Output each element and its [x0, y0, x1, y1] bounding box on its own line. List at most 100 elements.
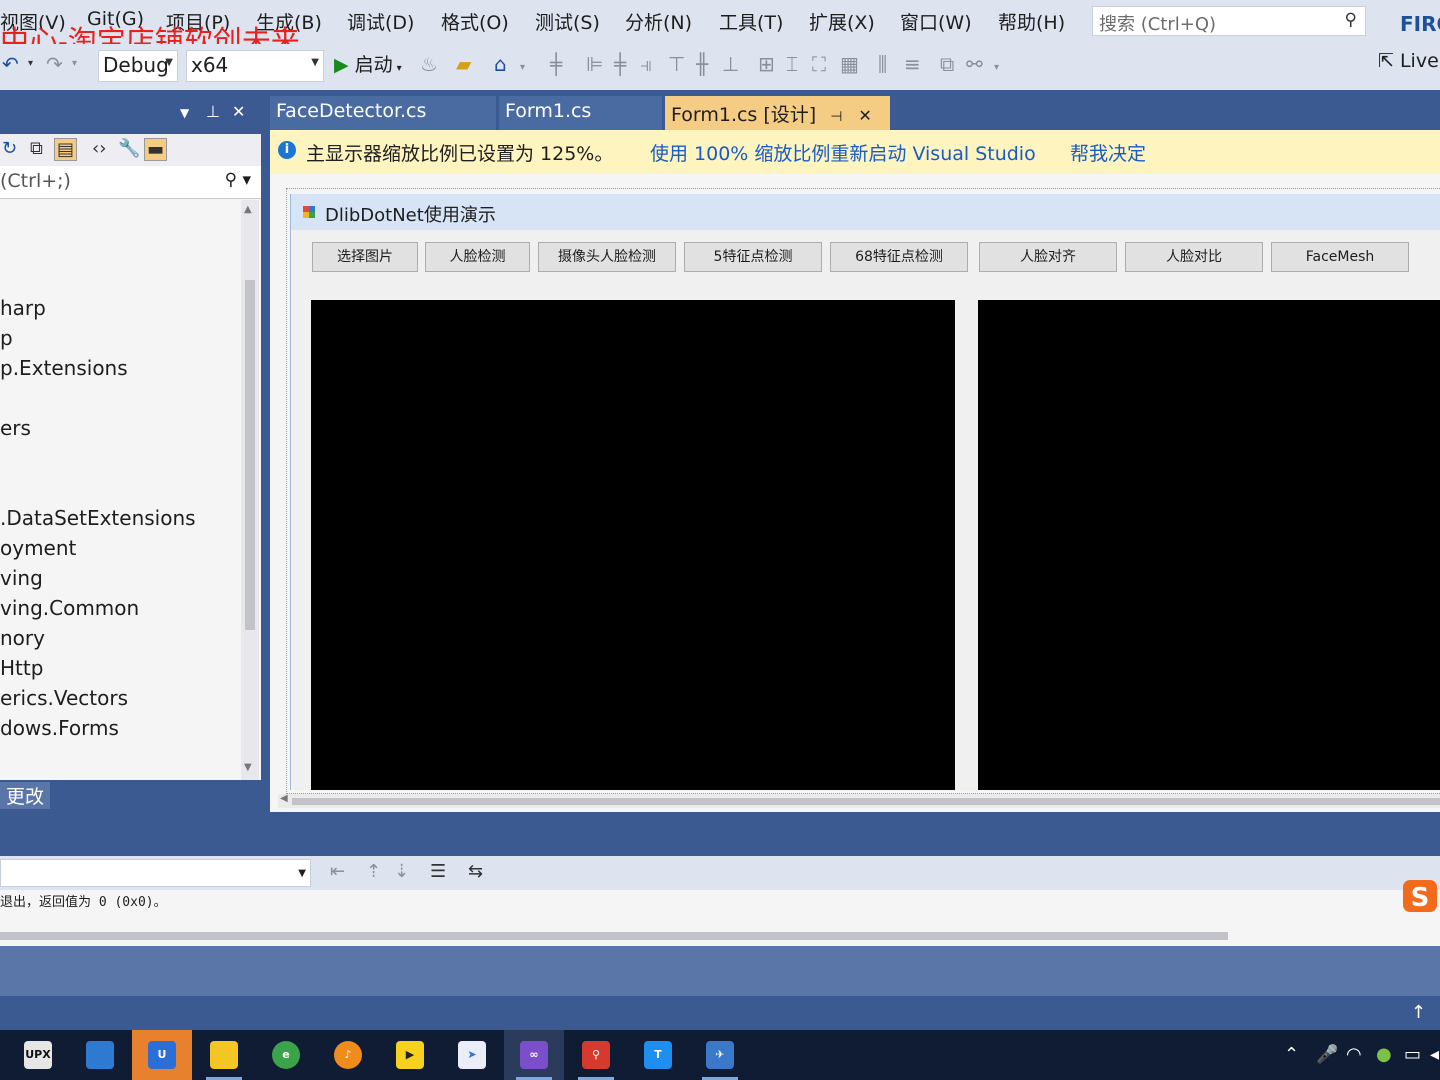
tree-item[interactable]: dows.Forms [0, 716, 119, 740]
next-message-icon[interactable]: ⇣ [394, 861, 409, 882]
taskbar-app-notes[interactable] [70, 1030, 130, 1080]
taskbar-app-browser[interactable]: e [256, 1030, 316, 1080]
tray-expand-icon[interactable]: ⌃ [1284, 1044, 1299, 1065]
menu-debug[interactable]: 调试(D) [347, 8, 414, 35]
horizontal-spacing-icon[interactable]: ⫼ [878, 52, 887, 76]
scroll-down-icon[interactable]: ▼ [244, 762, 252, 773]
close-icon[interactable]: ✕ [858, 106, 871, 125]
same-height-icon[interactable]: ⌶ [786, 52, 798, 76]
close-icon[interactable]: ✕ [232, 102, 245, 121]
search-input[interactable]: 搜索 (Ctrl+Q) ⚲ [1092, 6, 1366, 36]
tree-item[interactable]: nory [0, 626, 45, 650]
menu-window[interactable]: 窗口(W) [900, 8, 972, 35]
menu-extensions[interactable]: 扩展(X) [809, 8, 875, 35]
properties-icon[interactable]: 🔧 [118, 138, 140, 159]
git-changes-tab[interactable]: 更改 [0, 782, 51, 809]
face-detect-button[interactable]: 人脸检测 [425, 242, 530, 272]
undo-dropdown-icon[interactable]: ▾ [28, 58, 33, 69]
solution-explorer-scrollbar[interactable]: ▲ ▼ [241, 200, 259, 780]
tab-order-icon[interactable]: ⚯ [966, 52, 983, 76]
tree-item[interactable]: ers [0, 416, 31, 440]
select-image-button[interactable]: 选择图片 [312, 242, 418, 272]
taskbar-app-music[interactable]: ♪ [318, 1030, 378, 1080]
undo-icon[interactable]: ↶ [2, 52, 19, 76]
align-center-icon[interactable]: ╪ [614, 52, 626, 76]
taskbar-app-tencent-meeting[interactable]: T [628, 1030, 688, 1080]
menu-test[interactable]: 测试(S) [535, 8, 600, 35]
preview-icon[interactable]: ▬ [144, 138, 168, 161]
toolbar-overflow-icon[interactable]: ▾ [520, 62, 525, 73]
result-picture-box[interactable] [978, 300, 1440, 790]
redo-dropdown-icon[interactable]: ▾ [72, 58, 77, 69]
output-source-select[interactable]: ▼ [0, 859, 311, 887]
pin-icon[interactable]: ⊥ [206, 102, 220, 121]
show-all-files-icon[interactable]: ▤ [54, 138, 78, 161]
solution-search-input[interactable]: (Ctrl+;) ⚲ ▾ [0, 166, 261, 199]
align-left-icon[interactable]: ⊫ [586, 52, 603, 76]
panel-menu-icon[interactable]: ▼ [180, 106, 189, 120]
designer-horizontal-scrollbar[interactable]: ◀ [278, 793, 1440, 808]
tree-item[interactable]: oyment [0, 536, 76, 560]
face-compare-button[interactable]: 人脸对比 [1125, 242, 1263, 272]
tab-form1-designer[interactable]: Form1.cs [设计] ⊣ ✕ [665, 96, 890, 130]
security-icon[interactable]: ● [1376, 1044, 1392, 1065]
battery-icon[interactable]: ▭ [1404, 1044, 1421, 1065]
taskbar-app-player[interactable]: ▶ [380, 1030, 440, 1080]
same-width-icon[interactable]: ⊞ [758, 52, 775, 76]
tab-facedetector[interactable]: FaceDetector.cs [270, 96, 496, 130]
publish-arrow-icon[interactable]: ↑ [1411, 1002, 1426, 1023]
align-middle-icon[interactable]: ╫ [696, 52, 708, 76]
facemesh-button[interactable]: FaceMesh [1271, 242, 1409, 272]
tree-item[interactable]: ving.Common [0, 596, 139, 620]
menu-tools[interactable]: 工具(T) [719, 8, 783, 35]
align-grid-icon[interactable]: ╪ [550, 52, 562, 76]
view-code-icon[interactable]: ‹› [92, 138, 106, 159]
tree-item[interactable]: Http [0, 656, 43, 680]
menu-format[interactable]: 格式(O) [441, 8, 509, 35]
scroll-up-icon[interactable]: ▲ [244, 204, 252, 215]
tree-item[interactable]: ving [0, 566, 43, 590]
same-size-icon[interactable]: ⛶ [812, 52, 826, 76]
sixty-eight-landmark-button[interactable]: 68特征点检测 [830, 242, 968, 272]
tree-item[interactable]: p [0, 326, 13, 350]
face-align-button[interactable]: 人脸对齐 [979, 242, 1117, 272]
microphone-icon[interactable]: 🎤 [1316, 1044, 1338, 1065]
scrollbar-thumb[interactable] [245, 280, 255, 630]
find-message-icon[interactable]: ⇤ [330, 861, 345, 882]
output-horizontal-scrollbar[interactable] [0, 932, 1228, 940]
taskbar-app-upx[interactable]: UPX [8, 1030, 68, 1080]
menu-analyze[interactable]: 分析(N) [625, 8, 692, 35]
input-method-icon[interactable]: S [1400, 876, 1440, 916]
folder-icon[interactable]: ▰ [456, 52, 471, 76]
platform-select[interactable]: x64 ▼ [186, 50, 324, 82]
refresh-icon[interactable]: ↻ [2, 138, 17, 159]
taskbar-app-visual-studio[interactable]: ∞ [504, 1030, 564, 1080]
collapse-all-icon[interactable]: ⧉ [30, 138, 43, 159]
previous-message-icon[interactable]: ⇡ [366, 861, 381, 882]
account-label[interactable]: FIRC [1400, 12, 1440, 36]
taskbar-app-explorer[interactable] [194, 1030, 254, 1080]
browser-icon[interactable]: ⌂ [494, 52, 507, 76]
bring-front-icon[interactable]: ⧉ [940, 52, 954, 76]
size-to-grid-icon[interactable]: ▦ [840, 52, 859, 76]
configuration-select[interactable]: Debug ▼ [98, 50, 178, 82]
restart-link[interactable]: 使用 100% 缩放比例重新启动 Visual Studio [650, 139, 1036, 166]
wifi-icon[interactable]: ◠ [1346, 1044, 1362, 1065]
word-wrap-icon[interactable]: ⇆ [468, 861, 483, 882]
scrollbar-thumb[interactable] [292, 798, 1440, 805]
align-bottom-icon[interactable]: ⊥ [722, 52, 739, 76]
taskbar-app-tool[interactable]: ✈ [690, 1030, 750, 1080]
clear-all-icon[interactable]: ☰ [430, 861, 446, 882]
camera-face-detect-button[interactable]: 摄像头人脸检测 [538, 242, 676, 272]
volume-icon[interactable]: ◂ [1430, 1044, 1439, 1065]
five-landmark-button[interactable]: 5特征点检测 [684, 242, 822, 272]
scroll-left-icon[interactable]: ◀ [280, 793, 288, 804]
tree-item[interactable]: .DataSetExtensions [0, 506, 196, 530]
align-top-icon[interactable]: ⊤ [668, 52, 685, 76]
taskbar-app-search[interactable]: ⚲ [566, 1030, 626, 1080]
source-picture-box[interactable] [311, 300, 955, 790]
taskbar-app-utools[interactable]: U [132, 1030, 192, 1080]
tree-item[interactable]: harp [0, 296, 46, 320]
start-debugging-button[interactable]: ▶ 启动 ▾ [334, 50, 402, 77]
menu-help[interactable]: 帮助(H) [998, 8, 1065, 35]
